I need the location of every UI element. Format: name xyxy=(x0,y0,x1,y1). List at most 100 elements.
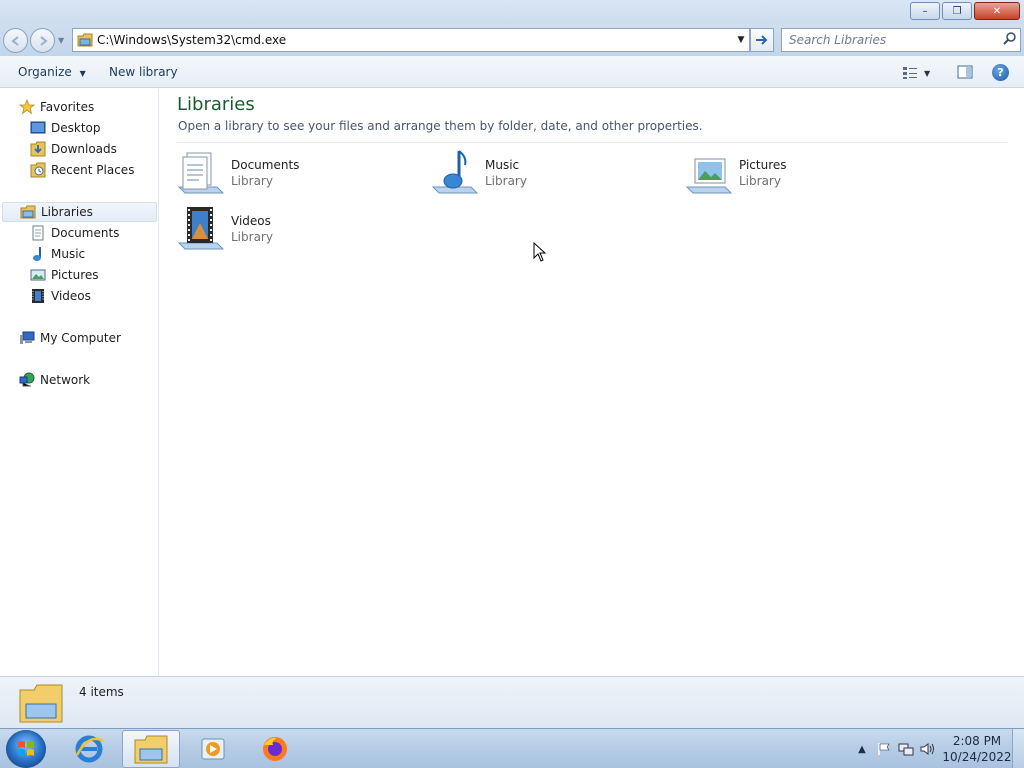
pictures-library-icon xyxy=(685,149,733,197)
page-subtitle: Open a library to see your files and arr… xyxy=(178,119,703,133)
library-name: Documents xyxy=(231,158,300,172)
sidebar-item-recent-places[interactable]: Recent Places xyxy=(30,160,134,180)
maximize-button[interactable]: ❐ xyxy=(942,2,972,20)
taskbar-firefox[interactable] xyxy=(246,730,304,768)
taskbar-windows-explorer[interactable] xyxy=(122,730,180,768)
address-bar[interactable]: C:\Windows\System32\cmd.exe ▼ xyxy=(72,28,750,52)
window-controls: – ❐ ✕ xyxy=(910,2,1020,20)
go-arrow-icon xyxy=(756,35,768,45)
library-name: Music xyxy=(485,158,520,172)
sidebar-item-my-computer[interactable]: My Computer xyxy=(19,328,121,348)
library-videos[interactable]: Videos Library xyxy=(177,205,417,255)
address-text[interactable]: C:\Windows\System32\cmd.exe xyxy=(97,33,733,47)
sidebar-item-libraries[interactable]: Libraries xyxy=(2,202,157,222)
divider xyxy=(177,142,1007,143)
sidebar-item-network[interactable]: Network xyxy=(19,370,90,390)
start-button[interactable] xyxy=(6,730,46,768)
taskbar-media-player[interactable] xyxy=(184,730,242,768)
preview-pane-icon xyxy=(957,65,973,79)
downloads-icon xyxy=(30,141,46,157)
clock-date: 10/24/2022 xyxy=(942,750,1012,764)
forward-arrow-icon xyxy=(39,35,48,46)
sidebar-item-label: Libraries xyxy=(41,205,93,219)
sidebar-item-label: My Computer xyxy=(40,331,121,345)
videos-library-icon xyxy=(177,205,225,253)
network-icon xyxy=(19,372,35,388)
search-icon[interactable] xyxy=(1002,31,1020,49)
sidebar-item-label: Downloads xyxy=(51,142,117,156)
page-title: Libraries xyxy=(177,94,255,115)
organize-label: Organize xyxy=(18,65,72,79)
library-documents[interactable]: Documents Library xyxy=(177,149,417,199)
system-clock[interactable]: 2:08 PM 10/24/2022 xyxy=(942,733,1012,765)
help-button[interactable]: ? xyxy=(992,64,1009,81)
forward-button[interactable] xyxy=(30,28,55,53)
back-arrow-icon xyxy=(10,35,19,46)
library-name: Pictures xyxy=(739,158,787,172)
mouse-cursor-icon xyxy=(533,242,547,262)
navigation-pane: Favorites Desktop Downloads Recent Place… xyxy=(0,89,159,676)
command-bar: Organize ▼ New library ▼ ? xyxy=(0,56,1024,88)
show-hidden-icons-icon[interactable]: ▲ xyxy=(854,741,870,757)
search-box[interactable]: Search Libraries xyxy=(781,28,1021,52)
go-button[interactable] xyxy=(750,28,774,52)
recent-places-icon xyxy=(30,162,46,178)
change-view-button[interactable]: ▼ xyxy=(902,65,938,81)
volume-icon[interactable] xyxy=(920,741,936,757)
windows-logo-icon xyxy=(18,741,34,756)
search-placeholder[interactable]: Search Libraries xyxy=(789,33,1002,47)
computer-icon xyxy=(19,330,35,346)
sidebar-item-desktop[interactable]: Desktop xyxy=(30,118,101,138)
library-name: Videos xyxy=(231,214,271,228)
sidebar-item-videos[interactable]: Videos xyxy=(30,286,91,306)
pictures-icon xyxy=(30,267,46,283)
music-library-icon xyxy=(431,149,479,197)
sidebar-item-label: Documents xyxy=(51,226,120,240)
item-count: 4 items xyxy=(79,685,124,699)
navigation-bar: ▼ C:\Windows\System32\cmd.exe ▼ Search L… xyxy=(0,24,1024,56)
music-icon xyxy=(30,246,46,262)
documents-library-icon xyxy=(177,149,225,197)
chevron-down-icon: ▼ xyxy=(79,69,86,78)
libraries-content: Libraries Open a library to see your fil… xyxy=(160,89,1024,676)
close-button[interactable]: ✕ xyxy=(974,2,1020,20)
title-bar[interactable]: – ❐ ✕ xyxy=(0,0,1024,24)
windows-explorer-icon xyxy=(134,735,168,764)
star-icon xyxy=(18,98,36,115)
sidebar-item-label: Recent Places xyxy=(51,163,135,177)
videos-icon xyxy=(30,288,46,304)
preview-pane-button[interactable] xyxy=(957,64,973,80)
back-button[interactable] xyxy=(3,28,28,53)
notification-area: ▲ 2:08 PM 10/24/2022 xyxy=(854,729,1024,768)
sidebar-item-documents[interactable]: Documents xyxy=(30,223,119,243)
sidebar-item-pictures[interactable]: Pictures xyxy=(30,265,99,285)
view-details-icon xyxy=(903,67,917,79)
show-desktop-button[interactable] xyxy=(1012,729,1024,768)
organize-button[interactable]: Organize ▼ xyxy=(18,65,86,79)
folder-icon xyxy=(77,33,93,47)
sidebar-item-label: Network xyxy=(40,373,91,387)
media-player-icon xyxy=(201,738,225,760)
recent-pages-dropdown[interactable]: ▼ xyxy=(58,36,64,45)
address-dropdown[interactable]: ▼ xyxy=(733,35,749,45)
library-type: Library xyxy=(231,174,273,188)
network-status-icon[interactable] xyxy=(898,741,914,757)
new-library-button[interactable]: New library xyxy=(109,65,178,79)
explorer-window: – ❐ ✕ ▼ C:\Windows\System32\cmd.exe ▼ Se… xyxy=(0,0,1024,728)
minimize-button[interactable]: – xyxy=(910,2,940,20)
taskbar: ▲ 2:08 PM 10/24/2022 xyxy=(0,728,1024,768)
sidebar-item-downloads[interactable]: Downloads xyxy=(30,139,117,159)
libraries-icon xyxy=(20,204,36,220)
sidebar-item-music[interactable]: Music xyxy=(30,244,85,264)
library-type: Library xyxy=(485,174,527,188)
sidebar-item-favorites[interactable]: Favorites xyxy=(18,97,95,117)
action-center-flag-icon[interactable] xyxy=(876,741,892,757)
taskbar-internet-explorer[interactable] xyxy=(60,730,118,768)
sidebar-item-label: Favorites xyxy=(40,100,95,114)
sidebar-item-label: Pictures xyxy=(51,268,99,282)
library-pictures[interactable]: Pictures Library xyxy=(685,149,925,199)
library-music[interactable]: Music Library xyxy=(431,149,671,199)
sidebar-item-label: Videos xyxy=(51,289,91,303)
view-options-dropdown-icon[interactable]: ▼ xyxy=(924,69,930,78)
details-pane: 4 items xyxy=(0,676,1024,728)
